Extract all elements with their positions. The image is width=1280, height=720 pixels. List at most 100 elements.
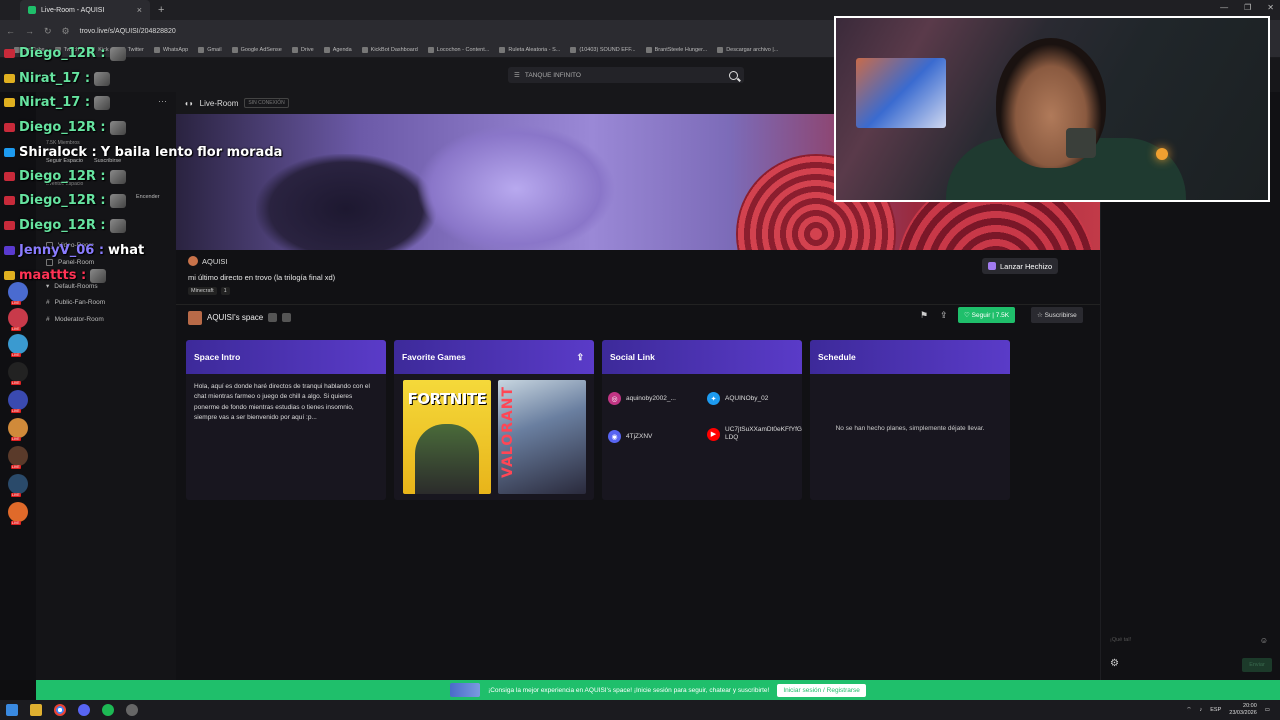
new-tab-button[interactable]: + bbox=[158, 4, 164, 16]
more-options-icon[interactable]: ··· bbox=[158, 96, 167, 106]
youtube-link[interactable]: ▶ UC7jtSuXXamDt0eKFfYfGLDQ bbox=[707, 426, 802, 443]
start-menu-icon[interactable] bbox=[6, 704, 18, 716]
minimize-icon[interactable]: — bbox=[1220, 3, 1228, 12]
chat-message: Nirat_17 : bbox=[4, 95, 111, 110]
channel-avatar-1[interactable]: LIVE bbox=[8, 282, 28, 305]
reload-icon[interactable]: ↻ bbox=[44, 26, 52, 37]
close-window-icon[interactable]: ✕ bbox=[1267, 3, 1274, 12]
chat-message: maattts : bbox=[4, 268, 107, 283]
instagram-link[interactable]: ◎ aquinoby2002_... bbox=[608, 392, 676, 405]
bookmark-item[interactable]: Google AdSense bbox=[231, 46, 282, 53]
chat-emote-icon bbox=[109, 46, 126, 61]
chat-text: Y baila lento flor morada bbox=[100, 145, 283, 160]
emoji-icon[interactable]: ☺ bbox=[1260, 636, 1268, 645]
chat-badge-icon bbox=[4, 221, 15, 230]
chat-badge-icon bbox=[4, 49, 15, 58]
channel-avatar-4[interactable]: LIVE bbox=[8, 362, 28, 385]
search-bar[interactable]: ☰ TANQUE INFINITO bbox=[508, 67, 744, 83]
bookmark-item[interactable]: BrantSteele Hunger... bbox=[645, 46, 707, 53]
default-rooms-group[interactable]: ▾ Default-Rooms bbox=[46, 282, 98, 291]
discord-link[interactable]: ◉ 4TjZXNV bbox=[608, 430, 652, 443]
chat-username: maattts : bbox=[19, 268, 87, 283]
bookmark-item[interactable]: WhatsApp bbox=[153, 46, 188, 53]
clock[interactable]: 20:00 23/03/2026 bbox=[1229, 703, 1257, 716]
spotify-icon[interactable] bbox=[102, 704, 114, 716]
bookmark-item[interactable]: Descargar archivo |... bbox=[717, 46, 778, 53]
chat-message: Diego_12R : bbox=[4, 120, 126, 135]
browser-tab[interactable]: Live-Room - AQUISI × bbox=[20, 0, 150, 20]
twitter-icon: ✦ bbox=[707, 392, 720, 405]
twitter-link[interactable]: ✦ AQUINOby_02 bbox=[707, 392, 768, 405]
bookmark-item[interactable]: KickBot Dashboard bbox=[361, 46, 418, 53]
space-name[interactable]: AQUISI's space bbox=[207, 313, 263, 322]
public-room-item[interactable]: # Public-Fan-Room bbox=[46, 299, 105, 306]
offline-badge: SIN CONEXIÓN bbox=[244, 98, 289, 108]
chat-badge-icon bbox=[4, 148, 15, 157]
bookmark-item[interactable]: Ruleta Aleatoria - S... bbox=[499, 46, 560, 53]
category-tags: Minecraft 1 bbox=[188, 287, 230, 295]
file-explorer-icon[interactable] bbox=[30, 704, 42, 716]
chat-message: Diego_12R : bbox=[4, 218, 126, 233]
streamer-name[interactable]: AQUISI bbox=[188, 256, 227, 266]
game-title: FORTNITE bbox=[407, 390, 487, 408]
chat-username: Diego_12R : bbox=[19, 46, 106, 61]
panel-room-item[interactable]: Panel-Room bbox=[46, 259, 94, 266]
channel-avatar-5[interactable]: LIVE bbox=[8, 390, 28, 413]
bookmark-item[interactable]: Drive bbox=[291, 46, 314, 53]
report-flag-icon[interactable]: ⚑ bbox=[920, 310, 928, 321]
bookmark-item[interactable]: Locochon - Content... bbox=[427, 46, 489, 53]
chevron-down-icon: ▾ bbox=[46, 283, 50, 290]
system-tray: ⌔ ♪ ESP 20:00 23/03/2026 ▭ bbox=[1186, 703, 1270, 716]
bookmark-item[interactable]: (10403) SOUND EFF... bbox=[570, 46, 636, 53]
maximize-icon[interactable]: ❐ bbox=[1244, 3, 1251, 12]
social-link-panel: Social Link bbox=[602, 340, 802, 500]
bookmark-item[interactable]: Agenda bbox=[323, 46, 352, 53]
settings-gear-icon[interactable]: ⚙ bbox=[1110, 658, 1119, 669]
forward-icon[interactable]: → bbox=[25, 26, 34, 36]
star-icon: ☆ bbox=[1037, 312, 1045, 319]
discord-taskbar-icon[interactable] bbox=[78, 704, 90, 716]
tab-title: Live-Room - AQUISI bbox=[41, 6, 105, 14]
subscribe-button[interactable]: ☆ Suscribirse bbox=[1031, 307, 1083, 323]
channel-avatar-7[interactable]: LIVE bbox=[8, 446, 28, 469]
chat-emote-icon bbox=[109, 120, 126, 135]
search-icon[interactable] bbox=[729, 70, 738, 80]
channel-avatar-2[interactable]: LIVE bbox=[8, 308, 28, 331]
send-button[interactable]: Enviar bbox=[1242, 658, 1272, 672]
chat-message: Nirat_17 : bbox=[4, 71, 111, 86]
bookmark-item[interactable]: Gmail bbox=[198, 46, 222, 53]
valorant-game-card[interactable]: VALORANT bbox=[498, 380, 586, 494]
fortnite-game-card[interactable]: FORTNITE bbox=[403, 380, 491, 494]
chat-message: Diego_12R : bbox=[4, 193, 126, 208]
chat-input[interactable]: ¡Qué tal! ☺ bbox=[1106, 632, 1274, 648]
back-icon[interactable]: ← bbox=[6, 26, 15, 36]
chat-emote-icon bbox=[109, 169, 126, 184]
cast-spell-button[interactable]: Lanzar Hechizo bbox=[982, 258, 1059, 274]
category-tag[interactable]: Minecraft bbox=[188, 287, 217, 295]
chat-message: Shiralock :Y baila lento flor morada bbox=[4, 145, 282, 160]
follow-button[interactable]: ♡ Seguir | 7.5K bbox=[958, 307, 1016, 323]
search-input[interactable]: TANQUE INFINITO bbox=[525, 72, 581, 79]
turn-on-toggle[interactable]: Encender bbox=[136, 194, 160, 200]
channel-avatar-6[interactable]: LIVE bbox=[8, 418, 28, 441]
login-button[interactable]: Iniciar sesión / Registrarse bbox=[777, 683, 866, 697]
wifi-icon[interactable]: ⌔ bbox=[1186, 706, 1191, 713]
trovo-favicon-icon bbox=[28, 6, 36, 14]
chat-emote-icon bbox=[94, 71, 111, 86]
site-info-icon[interactable]: ⚙ bbox=[62, 26, 70, 37]
moderator-room-item[interactable]: # Moderator-Room bbox=[46, 316, 104, 323]
share-icon[interactable]: ⇪ bbox=[576, 352, 584, 363]
channel-avatar-9[interactable]: LIVE bbox=[8, 502, 28, 525]
volume-icon[interactable]: ♪ bbox=[1200, 707, 1203, 713]
share-icon[interactable]: ⇪ bbox=[940, 310, 948, 321]
chrome-icon[interactable] bbox=[54, 704, 66, 716]
language-indicator[interactable]: ESP bbox=[1210, 707, 1221, 713]
url-field[interactable]: trovo.live/s/AQUISI/204828820 bbox=[80, 28, 176, 35]
notification-icon[interactable]: ▭ bbox=[1265, 707, 1270, 713]
live-room-icon: ◖◗ bbox=[184, 98, 194, 108]
obs-icon[interactable] bbox=[126, 704, 138, 716]
channel-avatar-3[interactable]: LIVE bbox=[8, 334, 28, 357]
close-tab-icon[interactable]: × bbox=[137, 5, 142, 15]
channel-avatar-8[interactable]: LIVE bbox=[8, 474, 28, 497]
chat-message: Diego_12R : bbox=[4, 46, 126, 61]
